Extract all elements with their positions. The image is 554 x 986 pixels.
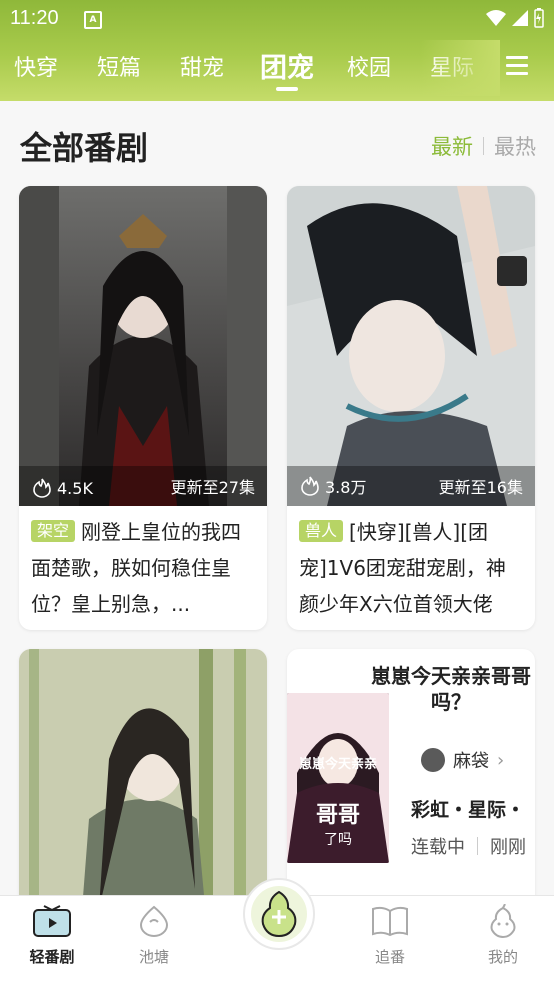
heat-stat: 4.5K [33, 478, 93, 498]
heat-count: 3.8万 [325, 478, 367, 497]
pear-add-icon [261, 890, 297, 938]
chevron-right-icon: › [497, 749, 505, 771]
menu-icon[interactable] [506, 56, 528, 76]
sort-latest-button[interactable]: 最新 [431, 131, 473, 161]
drama-card[interactable]: 3.8万 更新至16集 兽人 [快穿][兽人][团宠]1V6团宠甜宠剧，神颜少年X… [287, 186, 535, 630]
cover-image [19, 649, 267, 895]
tabs-fade [420, 40, 500, 96]
tab-xiaoyuan[interactable]: 校园 [347, 50, 391, 82]
notification-icon: A [84, 11, 102, 29]
author-row[interactable]: 麻袋 › [421, 747, 504, 773]
book-icon [372, 906, 408, 937]
nav-label: 池塘 [138, 948, 169, 966]
sort-divider [483, 137, 484, 155]
status-divider [477, 837, 478, 855]
status-icons [485, 8, 544, 28]
section-title: 全部番剧 [20, 129, 149, 167]
main-content: 全部番剧 最新 最热 4.5K 更新至27集 架空 刚登上皇位的我四面楚歌，朕如… [0, 101, 554, 895]
drama-card[interactable]: 4.5K 更新至27集 架空 刚登上皇位的我四面楚歌，朕如何稳住皇位？皇上别急，.… [19, 186, 267, 630]
status-bar: 11:20 A [0, 0, 554, 38]
drama-card[interactable] [19, 649, 267, 895]
heat-stat: 3.8万 [301, 474, 366, 498]
cover-image [287, 186, 535, 506]
pond-icon [139, 905, 169, 937]
drama-description: 兽人 [快穿][兽人][团宠]1V6团宠甜宠剧，神颜少年X六位首领大佬 [287, 506, 535, 622]
nav-label: 追番 [374, 948, 405, 966]
active-tab-indicator [276, 87, 298, 91]
episode-count: 更新至16集 [438, 478, 523, 497]
wifi-icon [486, 10, 506, 26]
drama-cover[interactable]: 3.8万 更新至16集 [287, 186, 535, 506]
nav-label: 轻番剧 [29, 948, 75, 966]
drama-cover[interactable]: 4.5K 更新至27集 [19, 186, 267, 506]
nav-chitang[interactable]: 池塘 [114, 904, 194, 967]
update-time: 刚刚 [490, 837, 526, 858]
battery-icon [534, 8, 544, 28]
banner-title: 崽崽今天亲亲哥哥吗？ [371, 664, 531, 714]
signal-icon [512, 10, 528, 26]
heat-count: 4.5K [57, 478, 93, 498]
author-name: 麻袋 [453, 751, 489, 772]
serial-status: 连载中 [411, 837, 465, 858]
cover-text-1: 崽崽今天亲亲 [298, 757, 377, 772]
avatar [421, 748, 445, 772]
tab-duanpian[interactable]: 短篇 [97, 50, 141, 82]
drama-cover[interactable]: 崽崽今天亲亲 哥哥 了吗 [287, 693, 389, 863]
nav-zhuifan[interactable]: 追番 [350, 904, 430, 967]
status-row: 连载中 刚刚 [411, 833, 526, 859]
tab-tianchong[interactable]: 甜宠 [180, 50, 224, 82]
fire-icon [33, 478, 51, 498]
nav-qingfanju[interactable]: 轻番剧 [12, 904, 92, 967]
tab-tuanchong[interactable]: 团宠 [260, 46, 314, 85]
fire-icon [301, 476, 319, 496]
tab-kuaichuan[interactable]: 快穿 [14, 50, 58, 82]
create-button[interactable] [243, 878, 315, 950]
category-tabs: 快穿 短篇 甜宠 团宠 校园 星际 [0, 40, 554, 96]
drama-cover[interactable] [19, 649, 267, 895]
episode-count: 更新至27集 [170, 478, 255, 497]
sort-hottest-button[interactable]: 最热 [494, 131, 536, 161]
cover-text-3: 了吗 [324, 832, 352, 848]
tv-icon [33, 905, 71, 937]
pear-profile-icon [490, 903, 516, 939]
nav-wode[interactable]: 我的 [463, 903, 543, 967]
genre-tag: 架空 [31, 520, 76, 542]
sort-options: 最新 最热 [431, 131, 536, 161]
drama-card[interactable]: 崽崽今天亲亲哥哥吗？ 崽崽今天亲亲 哥哥 了吗 麻袋 › 彩虹・星际・ 连载中 … [287, 649, 535, 895]
cover-image [19, 186, 267, 506]
drama-description: 架空 刚登上皇位的我四面楚歌，朕如何稳住皇位？皇上别急，... [19, 506, 267, 622]
status-time: 11:20 [10, 7, 59, 29]
top-header: 11:20 A 快穿 短篇 甜宠 团宠 校园 星际 [0, 0, 554, 101]
cover-text-2: 哥哥 [315, 803, 360, 828]
genre-tag: 兽人 [299, 520, 344, 542]
create-button-inner [251, 886, 307, 942]
genre-line: 彩虹・星际・ [411, 799, 526, 821]
nav-label: 我的 [487, 948, 518, 966]
